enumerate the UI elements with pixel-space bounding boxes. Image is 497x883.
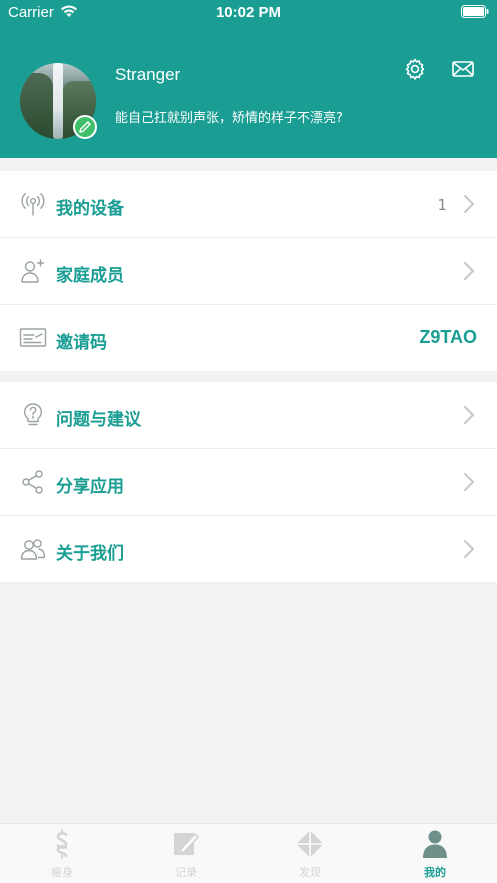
compass-diamond-icon xyxy=(296,830,324,858)
mail-icon[interactable] xyxy=(451,58,475,80)
edit-avatar-button[interactable] xyxy=(73,115,97,139)
add-person-icon xyxy=(21,259,45,283)
menu-item-my-devices[interactable]: 我的设备 1 xyxy=(0,171,497,238)
tab-label: 我的 xyxy=(424,866,446,879)
tab-mine[interactable]: 我的 xyxy=(373,824,497,883)
menu-item-share-app[interactable]: 分享应用 xyxy=(0,449,497,516)
chevron-right-icon xyxy=(464,262,474,280)
menu-item-label: 问题与建议 xyxy=(56,410,141,430)
people-icon xyxy=(20,539,46,560)
chevron-right-icon xyxy=(464,406,474,424)
tab-record[interactable]: 记录 xyxy=(124,824,248,883)
profile-header: Carrier 10:02 PM Stranger 能自己扛就别声张，矫情的样子… xyxy=(0,0,497,158)
note-edit-icon xyxy=(174,833,199,855)
menu-item-about-us[interactable]: 关于我们 xyxy=(0,516,497,582)
gear-icon[interactable] xyxy=(403,57,427,81)
menu-item-label: 分享应用 xyxy=(56,477,124,497)
menu-group-devices: 我的设备 1 家庭成员 邀请码 Z9TAO xyxy=(0,171,497,371)
tab-label: 发现 xyxy=(299,866,321,879)
status-bar: Carrier 10:02 PM xyxy=(0,0,497,26)
username[interactable]: Stranger xyxy=(115,65,180,85)
tab-label: 记录 xyxy=(175,866,197,879)
avatar-waterfall xyxy=(53,63,63,139)
pencil-icon xyxy=(79,121,91,133)
tab-bar: 瘦身 记录 发现 我的 xyxy=(0,823,497,883)
tab-slim[interactable]: 瘦身 xyxy=(0,824,124,883)
dollar-body-icon xyxy=(56,829,68,859)
chevron-right-icon xyxy=(464,473,474,491)
menu-item-invite-code[interactable]: 邀请码 Z9TAO xyxy=(0,305,497,371)
menu-item-label: 家庭成员 xyxy=(56,266,124,286)
user-bio: 能自己扛就别声张，矫情的样子不漂亮? xyxy=(115,111,343,126)
share-icon xyxy=(22,470,43,494)
status-time: 10:02 PM xyxy=(215,4,282,21)
battery-icon xyxy=(461,5,489,18)
device-count: 1 xyxy=(437,196,447,214)
menu-item-family-members[interactable]: 家庭成员 xyxy=(0,238,497,305)
chevron-right-icon xyxy=(464,540,474,558)
menu-item-label: 关于我们 xyxy=(56,544,124,564)
chevron-right-icon xyxy=(464,195,474,213)
card-icon xyxy=(19,328,47,347)
invite-code-value[interactable]: Z9TAO xyxy=(419,327,477,348)
person-icon xyxy=(423,830,447,858)
signal-tower-icon xyxy=(21,193,45,216)
menu-group-about: 问题与建议 分享应用 关于我们 xyxy=(0,382,497,582)
avatar-cliff-left xyxy=(20,73,53,139)
lightbulb-question-icon xyxy=(23,403,43,426)
menu-item-feedback[interactable]: 问题与建议 xyxy=(0,382,497,449)
menu-item-label: 我的设备 xyxy=(56,199,124,219)
tab-label: 瘦身 xyxy=(51,866,73,879)
menu-item-label: 邀请码 xyxy=(56,333,107,353)
tab-discover[interactable]: 发现 xyxy=(248,824,372,883)
